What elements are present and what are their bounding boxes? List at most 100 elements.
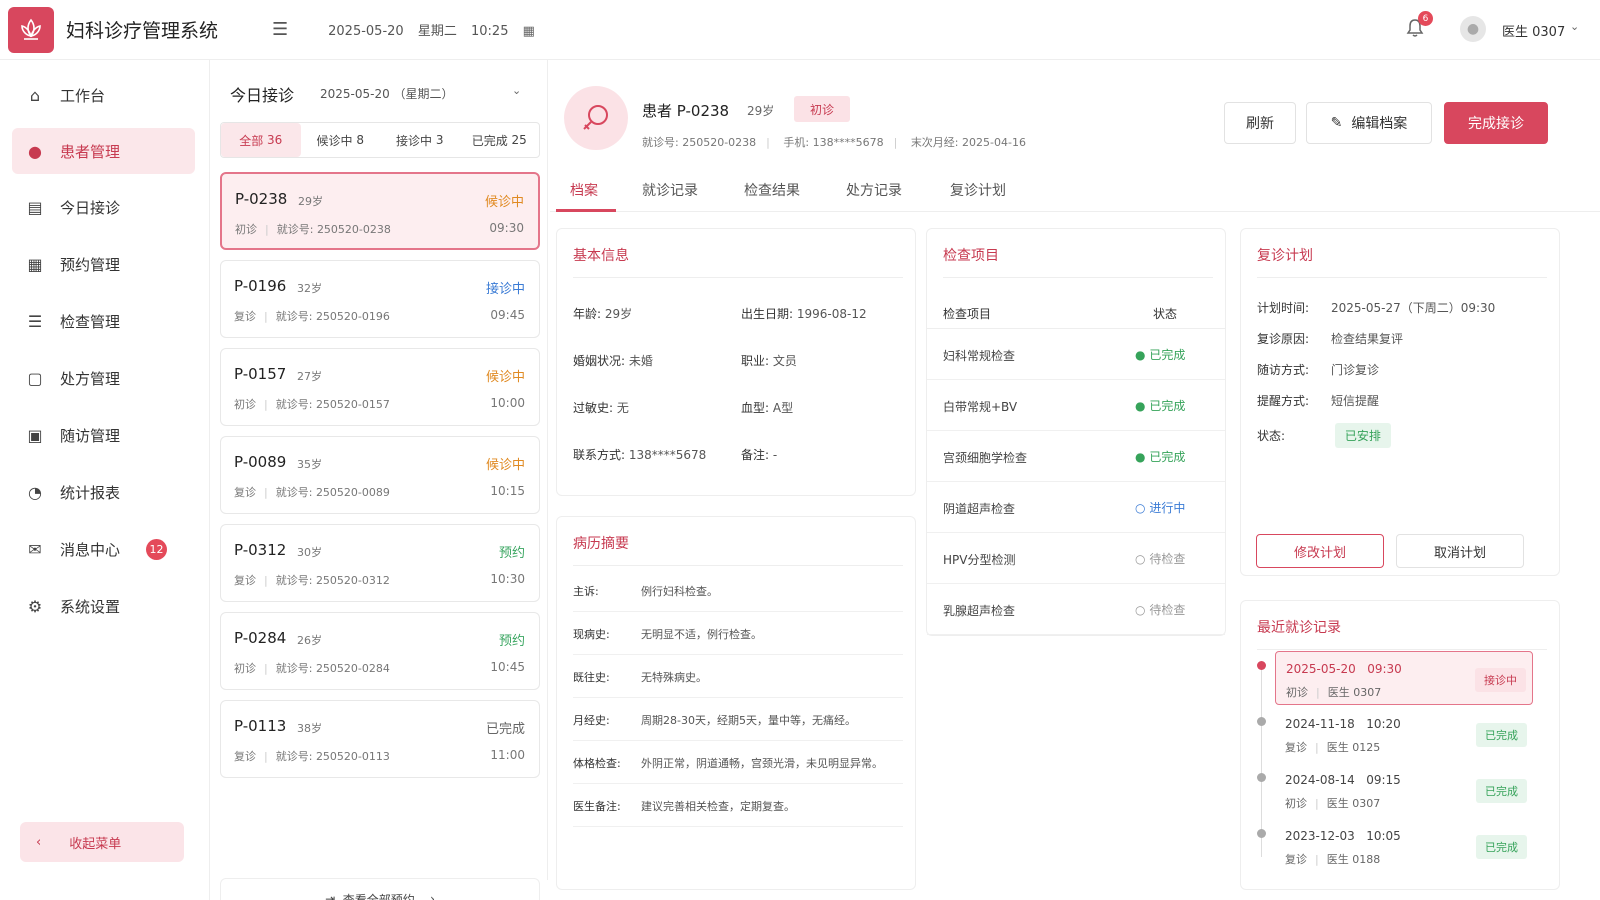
collapse-menu-button[interactable]: ‹ 收起菜单 — [20, 822, 184, 862]
sidebar-item-followup[interactable]: ▣ 随访管理 — [12, 412, 195, 458]
tab-exam-results[interactable]: 检查结果 — [744, 180, 800, 200]
visit-no-label: 就诊号: — [275, 398, 313, 411]
sidebar-item-today[interactable]: ▤ 今日接诊 — [12, 184, 195, 230]
appointment-time: 09:45 — [490, 308, 525, 322]
visit-doctor: 医生 0188 — [1326, 853, 1381, 866]
followup-field: 计划时间: 2025-05-27（下周二）09:30 — [1257, 299, 1495, 316]
sidebar-item-exams[interactable]: ☰ 检查管理 — [12, 298, 195, 344]
user-icon: ● — [28, 141, 42, 161]
recent-visit-item[interactable]: 2024-11-18 10:20 复诊 | 医生 0125 已完成 — [1253, 707, 1533, 761]
record-key: 医生备注: — [573, 800, 621, 813]
tab-prescriptions[interactable]: 处方记录 — [846, 180, 902, 200]
record-key: 现病史: — [573, 628, 610, 641]
visit-type: 初诊 — [234, 662, 256, 675]
notification-bell-icon[interactable]: 6 — [1406, 11, 1433, 43]
patient-card[interactable]: P-0312 30岁 预约 复诊 | 就诊号: 250520-0312 10:30 — [220, 524, 540, 602]
recent-visit-item[interactable]: 2023-12-03 10:05 复诊 | 医生 0188 已完成 — [1253, 819, 1533, 873]
calendar-icon[interactable]: ▦ — [523, 24, 535, 39]
patient-card[interactable]: P-0196 32岁 接诊中 复诊 | 就诊号: 250520-0196 09:45 — [220, 260, 540, 338]
field-key: 职业: — [741, 354, 770, 368]
visit-detail: 初诊 | 医生 0307 — [1285, 797, 1381, 810]
complete-visit-button[interactable]: 完成接诊 — [1444, 102, 1548, 144]
visit-type: 初诊 — [234, 398, 256, 411]
chart-icon: ◔ — [28, 482, 42, 502]
visit-number: 就诊号: 250520-0238 — [642, 136, 757, 149]
visit-no-label: 就诊号: — [275, 310, 313, 323]
sidebar-item-label: 处方管理 — [60, 369, 121, 388]
tab-completed[interactable]: 已完成 25 — [460, 123, 540, 157]
visit-entry: 2023-12-03 10:05 复诊 | 医生 0188 已完成 — [1275, 819, 1533, 873]
sidebar-item-prescriptions[interactable]: ▢ 处方管理 — [12, 355, 195, 401]
visit-type: 复诊 — [234, 750, 256, 763]
menu-toggle-icon[interactable]: ☰ — [272, 19, 288, 40]
recent-visit-item[interactable]: 2024-08-14 09:15 初诊 | 医生 0307 已完成 — [1253, 763, 1533, 817]
patient-card[interactable]: P-0284 26岁 预约 初诊 | 就诊号: 250520-0284 10:45 — [220, 612, 540, 690]
basic-info-field: 职业: 文员 — [741, 352, 797, 369]
patient-age: 26岁 — [297, 634, 322, 647]
modify-plan-button[interactable]: 修改计划 — [1256, 534, 1384, 568]
visit-no: 250520-0157 — [315, 398, 390, 411]
exam-status: ● 已完成 — [1135, 448, 1185, 465]
sidebar: ⌂ 工作台 ● 患者管理 ▤ 今日接诊 ▦ 预约管理 ☰ 检查管理 ▢ 处方管理 ▣ 随访管理… — [0, 60, 210, 900]
tab-visit-records[interactable]: 就诊记录 — [642, 180, 698, 200]
tab-waiting[interactable]: 候诊中 8 — [301, 123, 381, 157]
patient-card[interactable]: P-0238 29岁 候诊中 初诊 | 就诊号: 250520-0238 09:30 — [220, 172, 540, 250]
followup-plan-panel: 复诊计划 计划时间: 2025-05-27（下周二）09:30 复诊原因: 检查结果复… — [1240, 228, 1560, 576]
patient-card[interactable]: P-0157 27岁 候诊中 初诊 | 就诊号: 250520-0157 10:00 — [220, 348, 540, 426]
calendar-icon: ▦ — [27, 254, 43, 274]
patient-status: 候诊中 — [484, 195, 524, 210]
tab-in-visit[interactable]: 接诊中 3 — [380, 123, 460, 157]
tab-all[interactable]: 全部 36 — [221, 123, 301, 157]
today-queue-panel: 今日接诊 2025-05-20 （星期二） ⌄ 全部 36 候诊中 8 接诊中 … — [212, 60, 548, 900]
visit-datetime: 2025-05-20 09:30 — [1286, 662, 1402, 676]
patient-card[interactable]: P-0089 35岁 候诊中 复诊 | 就诊号: 250520-0089 10:15 — [220, 436, 540, 514]
refresh-button[interactable]: 刷新 — [1224, 102, 1296, 144]
cancel-plan-button[interactable]: 取消计划 — [1396, 534, 1524, 568]
exam-row[interactable]: 宫颈细胞学检查 ● 已完成 — [927, 431, 1225, 482]
sidebar-item-reports[interactable]: ◔ 统计报表 — [12, 469, 195, 515]
sidebar-item-messages[interactable]: ✉ 消息中心 12 — [12, 526, 195, 572]
sidebar-item-workbench[interactable]: ⌂ 工作台 — [12, 72, 195, 118]
queue-date-select[interactable]: 2025-05-20 （星期二） — [320, 85, 454, 102]
check-circle-icon: ● — [1135, 348, 1146, 362]
patient-age: 32岁 — [297, 282, 322, 295]
tab-profile[interactable]: 档案 — [570, 180, 598, 200]
user-avatar[interactable]: ● — [1460, 16, 1486, 42]
patient-id: P-0238 — [235, 190, 288, 208]
user-name[interactable]: 医生 0307 — [1502, 21, 1565, 40]
patient-card[interactable]: P-0113 38岁 已完成 复诊 | 就诊号: 250520-0113 11:00 — [220, 700, 540, 778]
exam-row[interactable]: HPV分型检测 ○ 待检查 — [927, 533, 1225, 584]
recent-visit-item[interactable]: 2025-05-20 09:30 初诊 | 医生 0307 接诊中 — [1253, 651, 1533, 705]
detail-tabs: 档案 就诊记录 检查结果 处方记录 复诊计划 — [550, 166, 1600, 212]
field-value: 1996-08-12 — [796, 307, 867, 321]
check-circle-icon: ● — [1135, 399, 1146, 413]
basic-info-field: 出生日期: 1996-08-12 — [741, 305, 867, 322]
chevron-down-icon[interactable]: ⌄ — [1570, 20, 1579, 33]
patient-age: 30岁 — [297, 546, 322, 559]
visit-type-badge: 初诊 — [794, 96, 850, 122]
exam-row[interactable]: 阴道超声检查 ○ 进行中 — [927, 482, 1225, 533]
patient-visit-info: 复诊 | 就诊号: 250520-0113 — [234, 750, 390, 763]
sidebar-item-patients[interactable]: ● 患者管理 — [12, 128, 195, 174]
visit-date: 2024-11-18 — [1285, 717, 1355, 731]
exam-row[interactable]: 妇科常规检查 ● 已完成 — [927, 329, 1225, 380]
field-key: 联系方式: — [573, 448, 626, 462]
patient-visit-info: 复诊 | 就诊号: 250520-0089 — [234, 486, 390, 499]
view-all-appointments-button[interactable]: ⇥ 查看全部预约 › — [220, 878, 540, 900]
patient-id: P-0284 — [234, 629, 287, 647]
app-title: 妇科诊疗管理系统 — [66, 20, 219, 42]
sidebar-item-appointments[interactable]: ▦ 预约管理 — [12, 241, 195, 287]
exam-table-header: 检查项目 状态 — [927, 295, 1225, 329]
field-value: 无 — [616, 401, 629, 415]
sidebar-item-settings[interactable]: ⚙ 系统设置 — [12, 583, 195, 629]
chevron-down-icon[interactable]: ⌄ — [512, 84, 521, 97]
exam-row[interactable]: 乳腺超声检查 ○ 待检查 — [927, 584, 1225, 635]
tab-followup-plan[interactable]: 复诊计划 — [950, 180, 1006, 200]
followup-icon: ▣ — [27, 425, 43, 445]
edit-profile-button[interactable]: ✎ 编辑档案 — [1306, 102, 1432, 144]
exam-row[interactable]: 白带常规+BV ● 已完成 — [927, 380, 1225, 431]
circle-icon: ○ — [1135, 552, 1146, 566]
app-logo — [8, 6, 54, 53]
recent-visits-panel: 最近就诊记录 2025-05-20 09:30 初诊 | 医生 0307 接诊中 2024… — [1240, 600, 1560, 890]
patient-visit-info: 复诊 | 就诊号: 250520-0312 — [234, 574, 390, 587]
